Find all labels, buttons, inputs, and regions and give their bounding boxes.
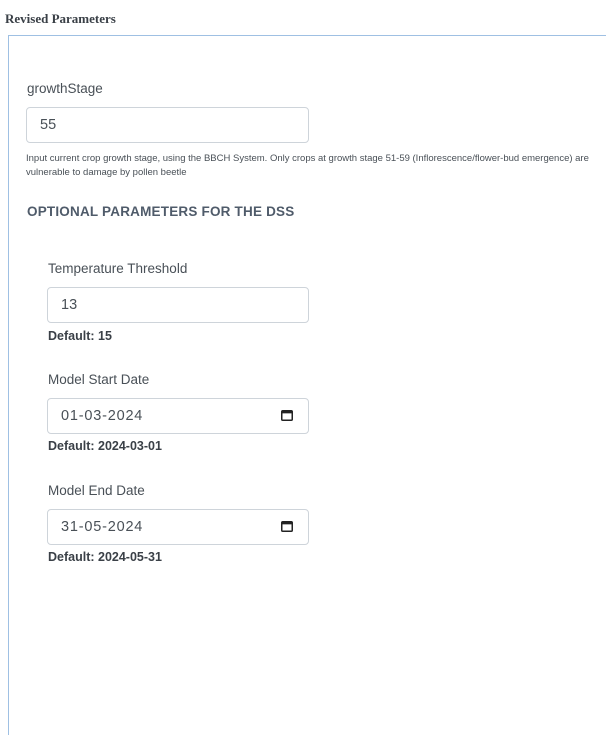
model-end-date-input[interactable]: 31-05-2024: [47, 509, 309, 545]
temperature-threshold-default: Default: 15: [48, 329, 112, 343]
temperature-threshold-label: Temperature Threshold: [48, 261, 188, 276]
growth-stage-help-text: Input current crop growth stage, using t…: [26, 153, 589, 178]
model-start-date-value: 01-03-2024: [61, 408, 144, 424]
temperature-threshold-value: 13: [61, 297, 78, 313]
model-start-date-default: Default: 2024-03-01: [48, 439, 162, 453]
model-start-date-label: Model Start Date: [48, 372, 150, 387]
growth-stage-input[interactable]: 55: [26, 107, 309, 143]
temperature-threshold-input[interactable]: 13: [47, 287, 309, 323]
section-title: Revised Parameters: [5, 11, 116, 26]
model-end-date-label: Model End Date: [48, 483, 145, 498]
optional-parameters-heading: OPTIONAL PARAMETERS FOR THE DSS: [27, 204, 295, 219]
calendar-icon[interactable]: [281, 410, 293, 421]
growth-stage-label: growthStage: [27, 81, 103, 96]
calendar-icon[interactable]: [281, 521, 293, 532]
growth-stage-value: 55: [40, 117, 57, 133]
model-start-date-input[interactable]: 01-03-2024: [47, 398, 309, 434]
model-end-date-default: Default: 2024-05-31: [48, 550, 162, 564]
model-end-date-value: 31-05-2024: [61, 519, 144, 535]
